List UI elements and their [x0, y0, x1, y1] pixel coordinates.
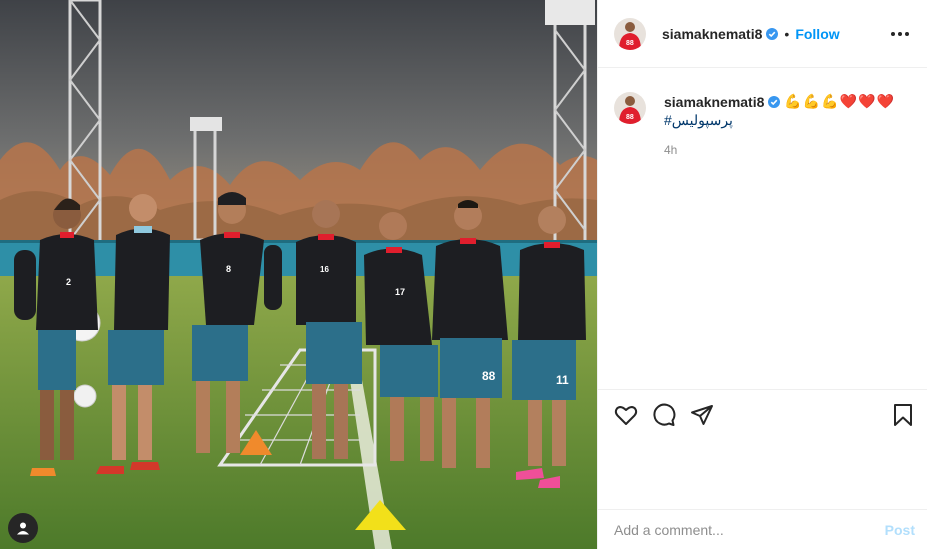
share-icon[interactable]: [690, 403, 714, 427]
caption-hashtag-link[interactable]: #پرسپولیس: [664, 112, 895, 129]
comments-area: 88 siamaknemati8 💪💪💪❤️❤️❤️ #پرسپولیس 4h: [598, 68, 927, 389]
jersey-number: 11: [556, 373, 569, 387]
svg-text:88: 88: [626, 40, 634, 47]
caption-body: siamaknemati8 💪💪💪❤️❤️❤️ #پرسپولیس 4h: [664, 92, 895, 157]
likes-area: [598, 439, 927, 509]
svg-text:88: 88: [626, 114, 634, 121]
post-photo[interactable]: 2 8 16 17 88 11: [0, 0, 597, 549]
follow-button[interactable]: Follow: [795, 26, 839, 42]
user-tag-icon: [17, 522, 29, 535]
action-bar: [598, 389, 927, 439]
caption-line: siamaknemati8 💪💪💪❤️❤️❤️: [664, 93, 895, 110]
heart-icon[interactable]: [614, 403, 638, 427]
jersey-number: 2: [66, 277, 71, 287]
comment-icon[interactable]: [652, 403, 676, 427]
post-comment-button[interactable]: Post: [885, 522, 915, 538]
post-side-panel: 88 siamaknemati8 • Follow 88 siamaknemat…: [597, 0, 927, 549]
add-comment-input[interactable]: [614, 521, 885, 538]
more-options-icon[interactable]: [885, 26, 915, 42]
caption-username[interactable]: siamaknemati8: [664, 94, 764, 110]
header-username[interactable]: siamaknemati8: [662, 26, 762, 42]
caption-row: 88 siamaknemati8 💪💪💪❤️❤️❤️ #پرسپولیس 4h: [614, 92, 911, 157]
verified-icon: [768, 95, 781, 108]
jersey-number: 16: [320, 265, 329, 274]
caption-avatar[interactable]: 88: [614, 92, 646, 124]
team-photo-scene: 2 8 16 17 88 11: [0, 0, 597, 549]
jersey-number: 8: [226, 264, 231, 274]
add-comment-bar: Post: [598, 509, 927, 549]
jersey-number: 88: [482, 369, 496, 383]
instagram-post: 2 8 16 17 88 11 88 siamaknemati8 • Follo…: [0, 0, 927, 549]
caption-timestamp[interactable]: 4h: [664, 143, 895, 157]
avatar-image: 88: [614, 92, 646, 124]
header-separator: •: [784, 25, 790, 42]
user-tag-button[interactable]: [8, 513, 38, 543]
verified-icon: [766, 27, 779, 40]
caption-emojis: 💪💪💪❤️❤️❤️: [784, 93, 895, 109]
avatar[interactable]: 88: [614, 17, 646, 50]
avatar-image: 88: [614, 17, 646, 50]
jersey-number: 17: [395, 287, 405, 297]
bookmark-icon[interactable]: [891, 403, 915, 427]
post-header: 88 siamaknemati8 • Follow: [598, 0, 927, 68]
